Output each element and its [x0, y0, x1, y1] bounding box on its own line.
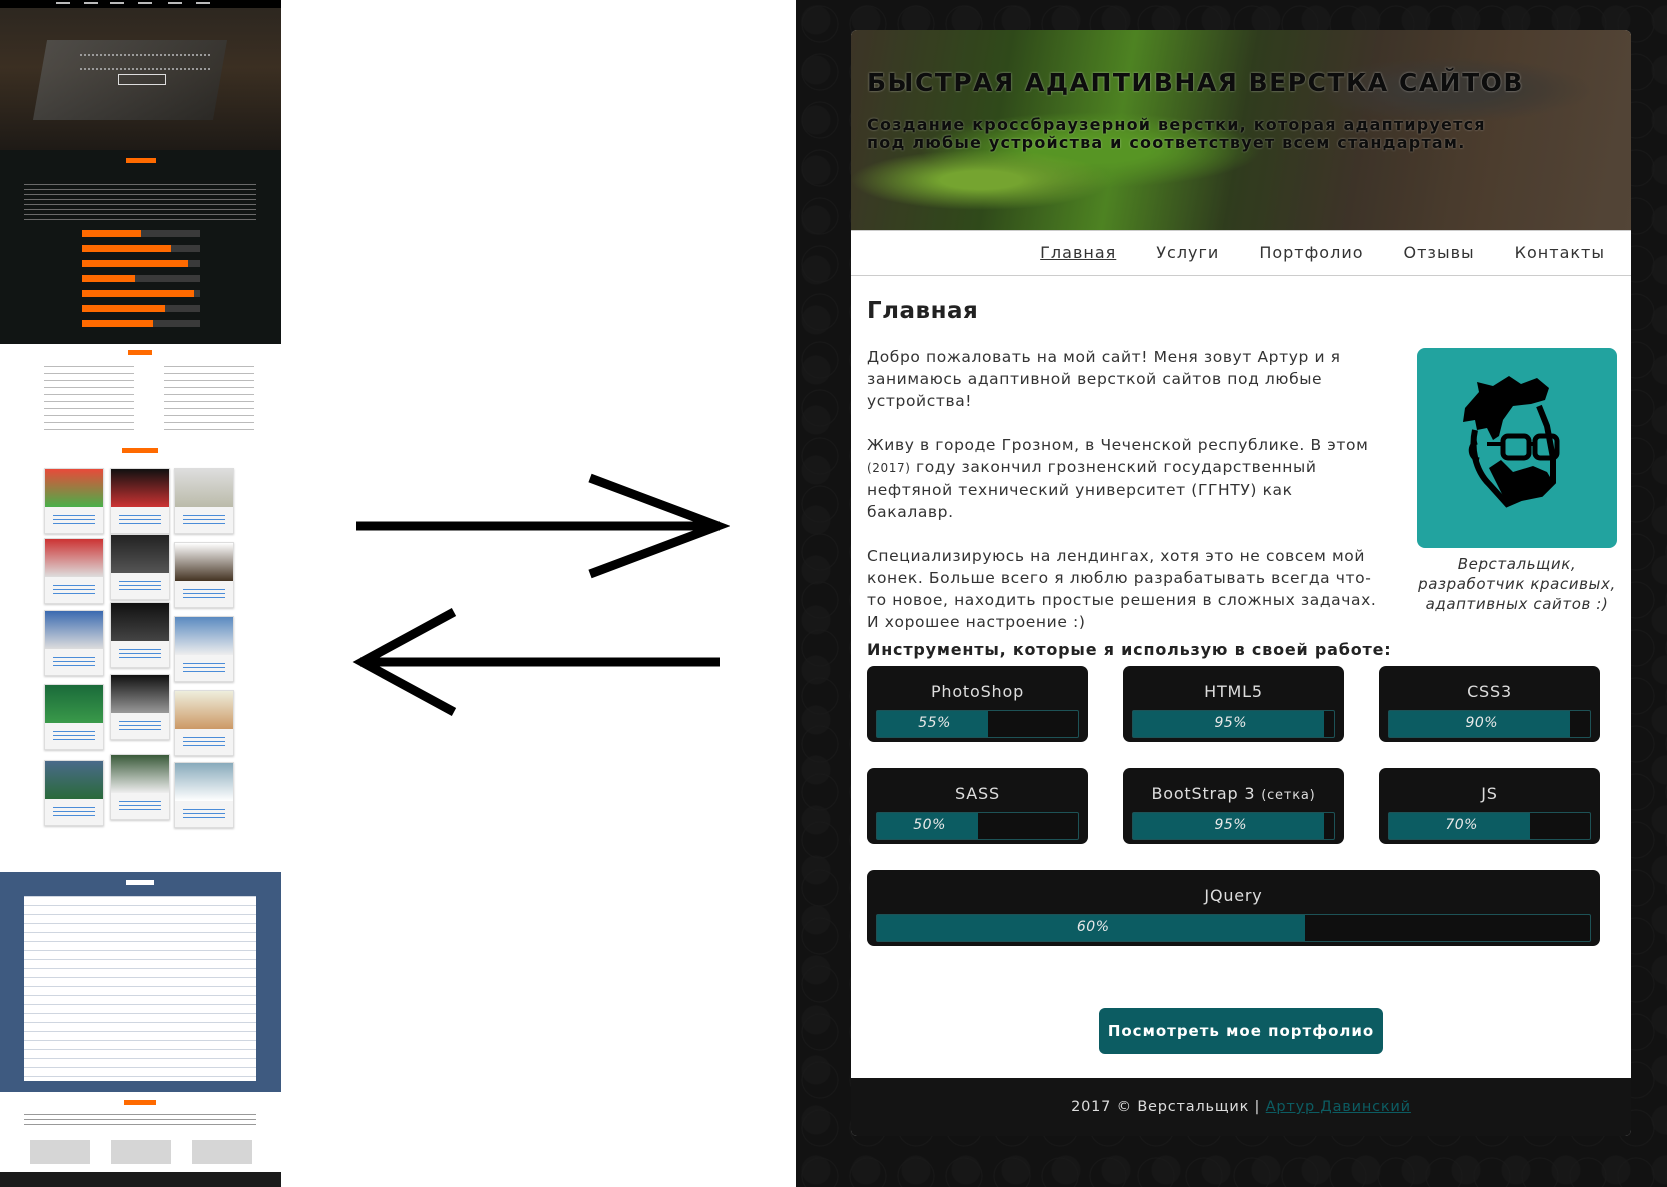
- skill-bar: 95%: [1132, 812, 1335, 840]
- skill-name: HTML5: [1204, 682, 1263, 701]
- skill-bar: 90%: [1388, 710, 1591, 738]
- nav-item-home[interactable]: Главная: [1040, 243, 1116, 262]
- intro-paragraph: Специализируюсь на лендингах, хотя это н…: [867, 547, 1377, 631]
- skill-percent: 50%: [913, 817, 946, 833]
- old-site-contacts-section: [0, 1092, 281, 1172]
- nav-item-portfolio[interactable]: Портфолио: [1259, 243, 1363, 262]
- skill-name: CSS3: [1467, 682, 1512, 701]
- skill-card-html5: HTML5 95%: [1123, 666, 1344, 742]
- old-site-hero-button: [118, 74, 166, 85]
- new-site-window: БЫСТРАЯ АДАПТИВНАЯ ВЕРСТКА САЙТОВ Создан…: [851, 30, 1631, 1136]
- view-portfolio-button[interactable]: Посмотреть мое портфолио: [1099, 1008, 1383, 1054]
- nav-item-services[interactable]: Услуги: [1156, 243, 1219, 262]
- skill-percent: 55%: [918, 715, 951, 731]
- page-title: Главная: [867, 298, 979, 324]
- old-site-nav: [0, 0, 281, 8]
- footer-text: 2017 © Верстальщик |: [1071, 1099, 1261, 1115]
- hero-title: БЫСТРАЯ АДАПТИВНАЯ ВЕРСТКА САЙТОВ: [867, 68, 1524, 97]
- old-site-thumbnail: [0, 0, 281, 1187]
- old-site-about-section: [0, 150, 281, 344]
- old-site-services-section: [0, 344, 281, 441]
- old-site-portfolio-section: [0, 440, 281, 872]
- skill-card-sass: SASS 50%: [867, 768, 1088, 844]
- arrows: [352, 473, 730, 716]
- old-site-footer: [0, 1172, 281, 1187]
- arrow-right-icon: [356, 473, 730, 579]
- skill-bar: 60%: [876, 914, 1591, 942]
- skill-percent: 95%: [1214, 817, 1248, 833]
- old-site-hero: [0, 0, 281, 150]
- avatar: [1417, 348, 1617, 548]
- skill-percent: 95%: [1214, 715, 1248, 731]
- skill-note: (сетка): [1261, 788, 1316, 803]
- skill-bar: 50%: [876, 812, 1079, 840]
- skill-bar: 95%: [1132, 710, 1335, 738]
- nav-item-reviews[interactable]: Отзывы: [1404, 243, 1475, 262]
- hipster-face-icon: [1463, 376, 1560, 508]
- intro-paragraph: Добро пожаловать на мой сайт! Меня зовут…: [867, 348, 1341, 410]
- tools-title: Инструменты, которые я использую в своей…: [867, 640, 1392, 659]
- skill-card-jquery: JQuery 60%: [867, 870, 1600, 946]
- skill-card-photoshop: PhotoShop 55%: [867, 666, 1088, 742]
- skill-percent: 70%: [1445, 817, 1478, 833]
- arrow-left-icon: [352, 608, 720, 716]
- skill-percent: 90%: [1465, 715, 1499, 731]
- author-link[interactable]: Артур Давинский: [1266, 1099, 1411, 1115]
- skill-name: SASS: [955, 784, 1000, 803]
- hero-banner: БЫСТРАЯ АДАПТИВНАЯ ВЕРСТКА САЙТОВ Создан…: [851, 30, 1631, 230]
- skill-name: PhotoShop: [930, 682, 1025, 701]
- intro-paragraph: Живу в городе Грозном, в Чеченской респу…: [867, 436, 1369, 521]
- skill-card-js: JS 70%: [1379, 768, 1600, 844]
- year-note: (2017): [867, 461, 911, 475]
- skill-name: BootStrap 3 (сетка): [1151, 784, 1316, 803]
- skill-card-css3: CSS3 90%: [1379, 666, 1600, 742]
- skill-card-bootstrap: BootStrap 3 (сетка) 95%: [1123, 768, 1344, 844]
- hero-subtitle: Создание кроссбраузерной верстки, котора…: [867, 115, 1486, 152]
- skill-bar: 70%: [1388, 812, 1591, 840]
- skill-percent: 60%: [1076, 919, 1110, 935]
- footer: 2017 © Верстальщик | Артур Давинский: [851, 1078, 1631, 1136]
- nav-item-contacts[interactable]: Контакты: [1515, 243, 1605, 262]
- main-nav: Главная Услуги Портфолио Отзывы Контакты: [851, 230, 1631, 276]
- skill-bar: 55%: [876, 710, 1079, 738]
- old-site-hero-subtitle: [80, 54, 210, 70]
- skill-name: JS: [1481, 784, 1498, 803]
- intro-text: Добро пожаловать на мой сайт! Меня зовут…: [867, 346, 1377, 655]
- avatar-caption: Верстальщик, разработчик красивых, адапт…: [1418, 555, 1616, 613]
- skill-name: JQuery: [1204, 886, 1263, 905]
- old-site-reviews-section: [0, 872, 281, 1092]
- old-site-skill-bars: [82, 222, 200, 327]
